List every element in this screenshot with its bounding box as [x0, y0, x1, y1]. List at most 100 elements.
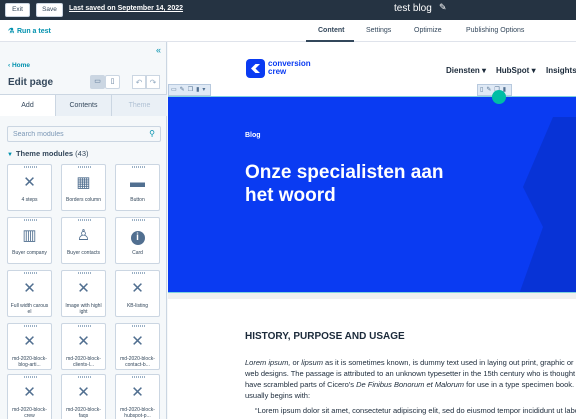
tools-icon: ✕ [77, 280, 90, 297]
drag-handle-icon [24, 219, 37, 221]
module-card[interactable]: ✕ Full width carous el [7, 270, 52, 317]
divider-band [168, 293, 576, 299]
tools-icon: ✕ [23, 174, 36, 191]
module-label: Card [132, 250, 143, 256]
tools-icon: ✕ [77, 384, 90, 401]
module-card[interactable]: ✕ md-2020-block-hubspot-p... [115, 374, 160, 419]
module-label: Borders column [65, 197, 101, 203]
module-label: Buyer company [12, 250, 47, 256]
tab-settings[interactable]: Settings [366, 27, 391, 34]
module-label: md-2020-block-clients-l... [66, 356, 101, 368]
drag-icon[interactable]: ▯ [480, 87, 483, 93]
module-label: md-2020-block-crew [12, 407, 47, 419]
module-card[interactable]: ✕ 4 steps [7, 164, 52, 211]
section-header[interactable]: ▼ Theme modules (43) [7, 149, 89, 158]
drag-handle-icon [132, 166, 145, 168]
edit-icon[interactable]: ✎ [180, 87, 185, 93]
module-label: Button [130, 197, 145, 203]
sidebar-tabs: Add Contents Theme [0, 94, 167, 116]
section-edit-toolbar[interactable]: ▭ ✎ ❐ ▮ ▾ [168, 84, 212, 96]
collapse-sidebar-icon[interactable]: « [156, 45, 161, 55]
exit-button[interactable]: Exit [5, 3, 30, 17]
edit-icon[interactable]: ✎ [486, 87, 491, 93]
drag-handle-icon [24, 376, 37, 378]
em-text: lipsum [301, 358, 323, 367]
breadcrumb-home[interactable]: Home [12, 62, 30, 69]
drag-handle-icon [132, 219, 145, 221]
tools-icon: ✕ [23, 333, 36, 350]
button-icon: ▬ [130, 174, 145, 191]
module-card[interactable]: ✕ md-2020-block-crew [7, 374, 52, 419]
module-card[interactable]: ✕ md-2020-block-faqs [61, 374, 106, 419]
module-card[interactable]: ▬ Button [115, 164, 160, 211]
tab-add[interactable]: Add [0, 95, 56, 116]
layout-icon[interactable]: ▭ [171, 87, 177, 93]
em-text: Lorem ipsum, [245, 358, 291, 367]
delete-icon[interactable]: ▮ [196, 87, 199, 93]
section-count: (43) [75, 149, 89, 158]
nav-item-diensten[interactable]: Diensten ▾ [446, 66, 486, 75]
tab-theme[interactable]: Theme [112, 95, 167, 116]
hero-section[interactable]: Blog Onze specialisten aan het woord [168, 96, 576, 292]
hero-label: Blog [245, 132, 261, 139]
page-title: test blog [394, 3, 432, 14]
desktop-icon: ▭ [94, 78, 101, 85]
drag-handle-icon [78, 272, 91, 274]
module-card[interactable]: ✕ md-2020-block-clients-l... [61, 323, 106, 370]
last-saved-link[interactable]: Last saved on September 14, 2022 [69, 5, 183, 12]
undo-button[interactable]: ↶ [132, 75, 146, 89]
logo-line-2: crew [268, 67, 287, 76]
text: or [290, 358, 302, 367]
desktop-view-button[interactable]: ▭ [90, 75, 105, 89]
drag-handle-icon [24, 272, 37, 274]
module-card[interactable]: ♙ Buyer contacts [61, 217, 106, 264]
module-label: Full width carous el [10, 303, 49, 315]
hero-title: Onze specialisten aan het woord [245, 162, 444, 206]
tab-optimize[interactable]: Optimize [414, 27, 442, 34]
module-card[interactable]: i Card [115, 217, 160, 264]
logo-mark-icon [246, 59, 265, 78]
module-card[interactable]: ✕ md-2020-block-blog-arti... [7, 323, 52, 370]
tools-icon: ✕ [23, 280, 36, 297]
page-preview[interactable]: conversion crew Diensten ▾ HubSpot ▾ Ins… [168, 42, 576, 419]
tools-icon: ✕ [131, 333, 144, 350]
module-card[interactable]: ▥ Buyer company [7, 217, 52, 264]
drag-handle-icon [78, 219, 91, 221]
module-card[interactable]: ✕ md-2020-block-contact-b... [115, 323, 160, 370]
site-header[interactable]: conversion crew Diensten ▾ HubSpot ▾ Ins… [168, 42, 576, 94]
pencil-icon[interactable]: ✎ [439, 2, 447, 13]
drag-handle-icon [78, 376, 91, 378]
breadcrumb[interactable]: ‹ Home [8, 62, 30, 69]
tab-publishing-options[interactable]: Publishing Options [466, 27, 524, 34]
sidebar: « ‹ Home Edit page ▭ ▯ ↶ ↷ Add Contents … [0, 42, 167, 419]
editor-tabs-bar: ⚗ Run a test Content Settings Optimize Pu… [0, 20, 576, 42]
module-card[interactable]: ✕ KB-listing [115, 270, 160, 317]
nav-label: Insights [546, 66, 576, 75]
module-label: Image with highl ight [65, 303, 102, 315]
run-test-label: Run a test [17, 28, 51, 35]
search-icon[interactable]: ⚲ [149, 129, 155, 138]
tab-contents[interactable]: Contents [56, 95, 112, 116]
redo-button[interactable]: ↷ [146, 75, 160, 89]
caret-down-icon: ▾ [531, 66, 536, 75]
table-icon: ▦ [76, 174, 91, 191]
module-label: md-2020-block-contact-b... [120, 356, 155, 368]
run-test-button[interactable]: ⚗ Run a test [8, 27, 51, 35]
section-title: Theme modules [15, 149, 74, 158]
nav-item-insights[interactable]: Insights [546, 66, 576, 75]
module-card[interactable]: ▦ Borders column [61, 164, 106, 211]
nav-item-hubspot[interactable]: HubSpot ▾ [496, 66, 536, 75]
caret-down-icon: ▾ [482, 66, 487, 75]
save-button[interactable]: Save [36, 3, 63, 17]
building-icon: ▥ [22, 227, 37, 244]
module-card[interactable]: ✕ Image with highl ight [61, 270, 106, 317]
article-heading: HISTORY, PURPOSE AND USAGE [245, 331, 405, 342]
copy-icon[interactable]: ❐ [188, 87, 193, 93]
module-label: md-2020-block-hubspot-p... [120, 407, 155, 419]
chevron-down-icon[interactable]: ▾ [202, 87, 205, 93]
mobile-view-button[interactable]: ▯ [105, 75, 120, 89]
tools-icon: ✕ [131, 280, 144, 297]
module-label: KB-listing [126, 303, 149, 309]
tab-content[interactable]: Content [318, 27, 344, 34]
search-input[interactable] [8, 127, 138, 141]
